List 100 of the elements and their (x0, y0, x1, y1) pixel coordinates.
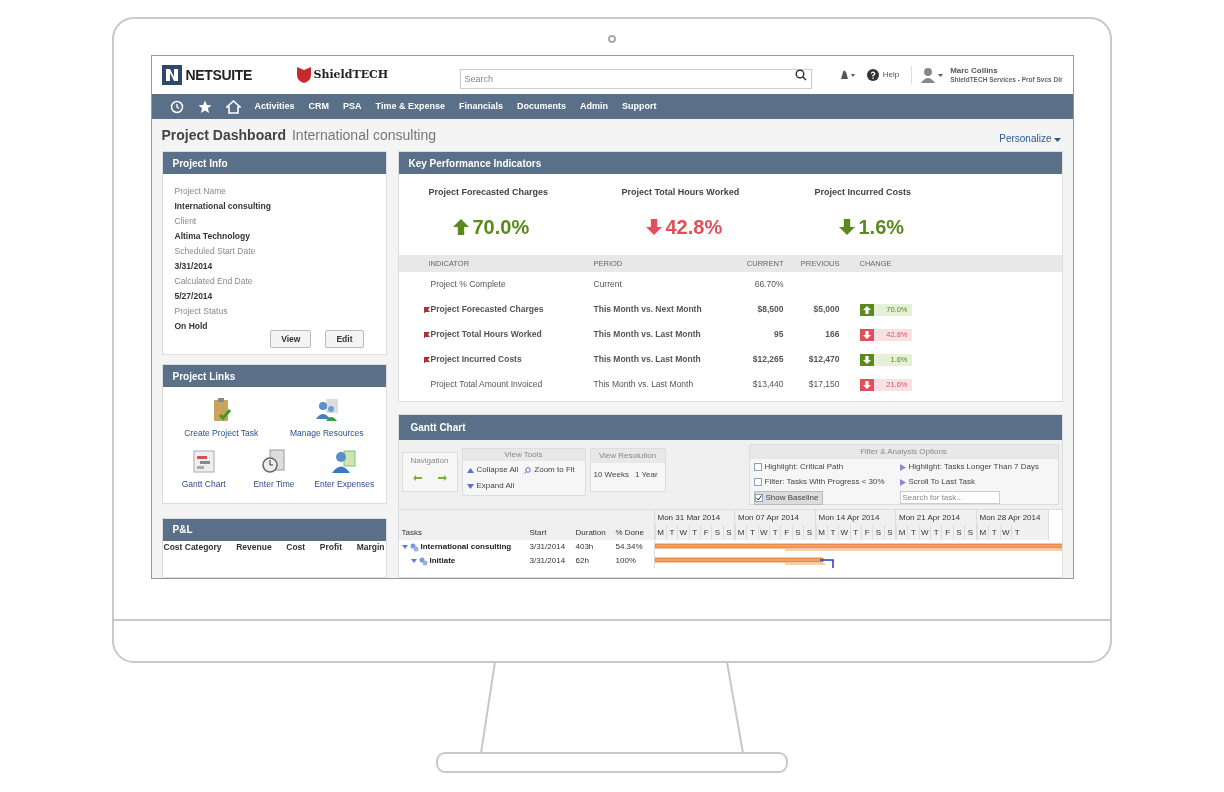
day-header: F (780, 525, 792, 540)
day-header: W (677, 525, 689, 540)
history-icon[interactable] (169, 99, 184, 114)
table-cell-text: $13,440 (751, 378, 784, 391)
nav-menu-item[interactable]: Support (621, 99, 657, 114)
search-field[interactable]: Search (459, 69, 812, 89)
project-link[interactable]: Create Project Task (184, 427, 259, 440)
checkbox[interactable] (754, 494, 763, 502)
column-header: Duration (574, 526, 607, 539)
day-header: W (757, 525, 770, 540)
panel-header: Project Info (162, 152, 386, 174)
resolution-option[interactable]: 1 Year (634, 469, 658, 481)
field-value: Altima Technology (174, 230, 251, 243)
nav-menu-item[interactable]: PSA (343, 99, 362, 114)
project-link[interactable]: Gantt Chart (181, 477, 226, 491)
project-link[interactable]: Enter Time (253, 477, 295, 491)
nav-menu-item[interactable]: Activities (254, 99, 295, 114)
table-cell-text: This Month vs. Last Month (593, 378, 695, 391)
nav-menu-item[interactable]: Admin (579, 99, 608, 114)
day-header: T (988, 525, 1000, 540)
table-cell-text: 403h (574, 541, 595, 553)
table-cell-text: $5,000 (812, 303, 840, 316)
panel-header: Gantt Chart (398, 415, 1062, 440)
day-header: M (654, 525, 666, 540)
day-header: S (952, 525, 965, 540)
avatar-icon[interactable] (920, 67, 945, 83)
collapse-icon (466, 467, 474, 473)
table-cell-text: This Month vs. Next Month (593, 303, 703, 316)
camera-icon (608, 35, 616, 43)
table-cell-text: $17,150 (807, 378, 840, 391)
task-search-field[interactable]: Search for task... (899, 491, 1000, 504)
help-icon[interactable] (866, 69, 879, 81)
star-icon[interactable] (197, 99, 212, 114)
column-header: Margin (356, 540, 385, 554)
checkbox[interactable] (753, 463, 762, 471)
check-icon (755, 495, 762, 501)
panel-header: P&L (162, 518, 386, 541)
nav-menu-item[interactable]: Time & Expense (375, 99, 445, 114)
nav-menu-item[interactable]: Documents (516, 99, 566, 114)
chart-icon (190, 447, 217, 474)
checkbox-label: Filter: Tasks With Progress < 30% (764, 476, 885, 488)
personalize-link[interactable]: Personalize (999, 130, 1052, 146)
panel-button[interactable]: View (270, 330, 312, 348)
table-cell-text: 54.34% (614, 541, 644, 553)
checkbox[interactable] (753, 478, 762, 486)
task-name: International consulting (420, 541, 512, 553)
page-title: Project Dashboard (161, 125, 286, 145)
group-title: Navigation (410, 455, 449, 467)
expanded-caret-icon[interactable] (401, 544, 408, 550)
caret-icon[interactable] (1053, 138, 1061, 142)
table-cell: Project Incurred Costs (430, 353, 522, 366)
filter-action-link[interactable]: Highlight: Tasks Longer Than 7 Days (908, 461, 1039, 473)
kpi-title: Project Incurred Costs (814, 186, 913, 199)
day-header: W (838, 525, 850, 540)
day-header: T (930, 525, 942, 540)
panel-header: Key Performance Indicators (398, 152, 1062, 174)
project-link[interactable]: Enter Expenses (314, 477, 375, 491)
column-header: Revenue (236, 540, 272, 554)
day-header: W (999, 525, 1011, 540)
table-cell-text: 166 (824, 328, 840, 341)
field-value: International consulting (174, 200, 272, 213)
kpi-title: Project Forecasted Charges (428, 186, 550, 199)
column-header: Tasks (400, 526, 423, 539)
field-label: Scheduled Start Date (174, 245, 257, 258)
day-header: M (735, 525, 747, 540)
day-header: S (872, 525, 884, 540)
panel-button[interactable]: Edit (325, 330, 364, 348)
table-cell-text: 95 (773, 328, 784, 341)
person-icon (331, 447, 358, 474)
table-cell-text: $8,500 (756, 303, 784, 316)
day-header: S (791, 525, 804, 540)
group-title: View Resolution (590, 449, 665, 463)
day-header: T (665, 525, 678, 540)
project-link[interactable]: Manage Resources (289, 427, 364, 440)
day-header: S (722, 525, 734, 540)
day-header: M (815, 525, 827, 540)
nav-menu-item[interactable]: Financials (458, 99, 503, 114)
day-header: M (976, 525, 988, 540)
zoom-to-fit-button[interactable]: Zoom to Fit (534, 464, 575, 476)
table-cell: Project Total Amount Invoiced (430, 378, 543, 391)
week-header: Mon 07 Apr 2014 (737, 511, 800, 524)
filter-action-link[interactable]: Scroll To Last Task (908, 476, 975, 488)
expand-all-button[interactable]: Expand All (476, 480, 515, 492)
expanded-caret-icon[interactable] (410, 558, 417, 564)
brand-name: ShieldTECH (313, 66, 389, 83)
week-header: Mon 14 Apr 2014 (817, 511, 881, 524)
expand-icon (466, 483, 474, 489)
home-icon[interactable] (225, 99, 241, 114)
zoom-icon (524, 466, 532, 474)
help-link[interactable]: Help (882, 69, 900, 81)
table-cell: Project Total Hours Worked (430, 328, 542, 341)
day-header: M (896, 525, 908, 540)
bell-icon[interactable] (838, 69, 855, 81)
table-cell-text: 3/31/2014 (528, 541, 567, 553)
day-header: S (883, 525, 895, 540)
field-label: Client (174, 215, 198, 228)
collapse-all-button[interactable]: Collapse All (476, 464, 519, 476)
nav-menu-item[interactable]: CRM (308, 99, 330, 114)
group-title: Filter & Analysis Options (749, 445, 1058, 459)
resolution-option[interactable]: 10 Weeks (593, 469, 629, 481)
